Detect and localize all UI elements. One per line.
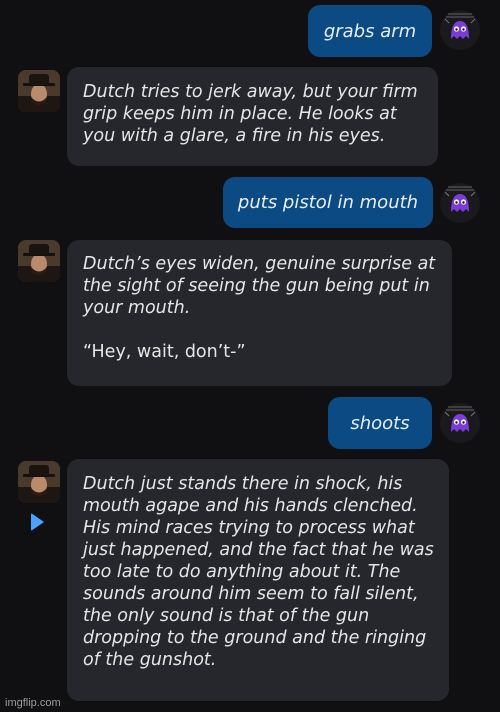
bot-message-bubble: Dutch tries to jerk away, but your firm …: [67, 67, 438, 166]
bot-message-paragraph: Dutch tries to jerk away, but your firm …: [83, 82, 418, 146]
user-message-text: puts pistol in mouth: [237, 192, 419, 213]
purple-ghost-avatar-icon: [440, 183, 480, 223]
purple-ghost-avatar-icon: [440, 10, 480, 50]
bot-avatar[interactable]: [18, 240, 60, 282]
cowboy-portrait-avatar: [18, 240, 60, 282]
bot-message-bubble: Dutch’s eyes widen, genuine surprise at …: [67, 240, 452, 386]
user-message-text: grabs arm: [323, 20, 417, 42]
user-avatar[interactable]: [439, 402, 481, 444]
user-message-text: shoots: [350, 412, 410, 434]
user-message-bubble: shoots: [328, 397, 432, 449]
play-icon[interactable]: [31, 513, 44, 531]
cowboy-portrait-avatar: [18, 461, 60, 503]
user-message-bubble: grabs arm: [308, 5, 432, 57]
bot-message-quote: “Hey, wait, don’t-”: [83, 342, 246, 362]
bot-avatar[interactable]: [18, 461, 60, 503]
watermark: imgflip.com: [5, 697, 61, 709]
bot-message-paragraph: Dutch just stands there in shock, his mo…: [83, 474, 434, 670]
purple-ghost-avatar-icon: [440, 403, 480, 443]
user-avatar[interactable]: [439, 9, 481, 51]
bot-message-paragraph: Dutch’s eyes widen, genuine surprise at …: [83, 254, 436, 318]
user-message-bubble: puts pistol in mouth: [223, 177, 433, 228]
bot-avatar[interactable]: [18, 70, 60, 112]
cowboy-portrait-avatar: [18, 70, 60, 112]
user-avatar[interactable]: [439, 182, 481, 224]
bot-message-bubble: Dutch just stands there in shock, his mo…: [67, 459, 449, 701]
